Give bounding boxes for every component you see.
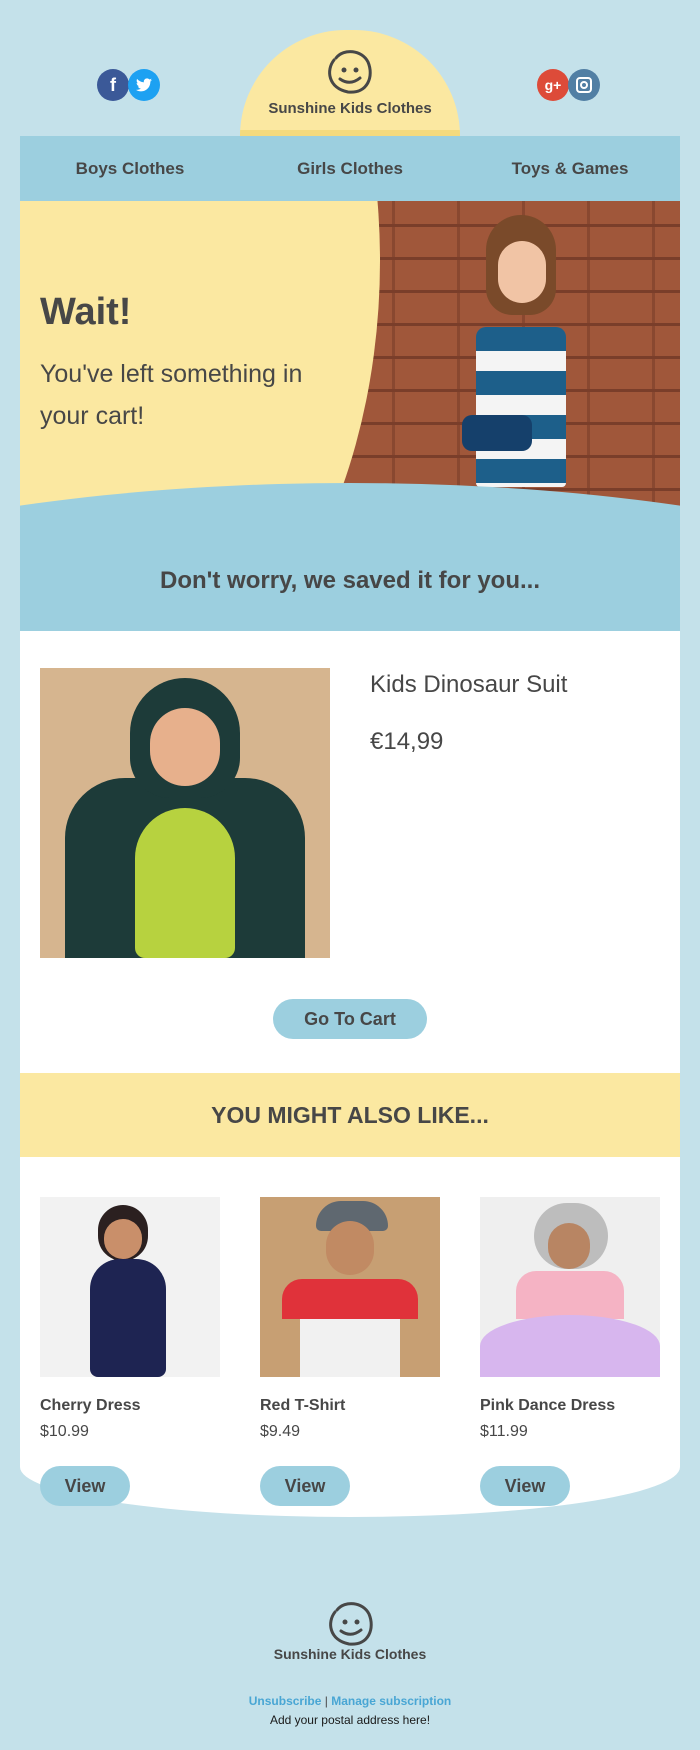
dress-bow (462, 415, 532, 451)
product-image[interactable] (40, 668, 330, 958)
product-image[interactable] (260, 1197, 440, 1377)
product-name[interactable]: Kids Dinosaur Suit (370, 671, 567, 699)
social-links-right: g+ (537, 69, 600, 101)
product-card: Red T-Shirt $9.49 View (260, 1197, 440, 1506)
view-button[interactable]: View (480, 1466, 570, 1506)
girl-face (498, 241, 546, 303)
smiley-face-icon (328, 50, 372, 94)
product-name[interactable]: Cherry Dress (40, 1397, 220, 1415)
hero-wave-shape (20, 483, 680, 631)
twitter-icon[interactable] (128, 69, 160, 101)
nav-item-toys-games[interactable]: Toys & Games (460, 159, 680, 179)
brand-logo[interactable]: Sunshine Kids Clothes (240, 30, 460, 136)
recommendations-heading: YOU MIGHT ALSO LIKE... (20, 1073, 680, 1157)
unsubscribe-link[interactable]: Unsubscribe (249, 1694, 322, 1708)
nav-item-girls-clothes[interactable]: Girls Clothes (240, 159, 460, 179)
footer-brand: Sunshine Kids Clothes (273, 1646, 427, 1662)
hero-banner: Wait! You've left something in your cart… (20, 201, 680, 631)
product-price: $9.49 (260, 1423, 301, 1440)
product-price: $10.99 (40, 1423, 89, 1440)
cart-product: Kids Dinosaur Suit €14,99 Go To Cart (20, 631, 680, 1073)
manage-subscription-link[interactable]: Manage subscription (331, 1694, 451, 1708)
product-card: Pink Dance Dress $11.99 View (480, 1197, 660, 1506)
email-header: f Sunshine Kids Clothes g+ (0, 0, 700, 136)
footer-separator: | (324, 1694, 328, 1708)
product-price: $11.99 (480, 1423, 528, 1440)
child-face (150, 708, 220, 786)
view-button[interactable]: View (260, 1466, 350, 1506)
dino-suit-belly (135, 808, 235, 958)
facebook-icon[interactable]: f (97, 69, 129, 101)
google-plus-icon[interactable]: g+ (537, 69, 569, 101)
saved-message: Don't worry, we saved it for you... (160, 567, 540, 594)
product-name[interactable]: Pink Dance Dress (480, 1397, 660, 1415)
category-nav: Boys Clothes Girls Clothes Toys & Games (20, 136, 680, 201)
nav-item-boys-clothes[interactable]: Boys Clothes (20, 159, 240, 179)
instagram-icon[interactable] (568, 69, 600, 101)
product-image[interactable] (40, 1197, 220, 1377)
social-links-left: f (97, 69, 160, 101)
hero-title: Wait! (40, 291, 132, 333)
product-image[interactable] (480, 1197, 660, 1377)
recommendations: Cherry Dress $10.99 View Red T-Shirt $9.… (20, 1157, 680, 1517)
view-button[interactable]: View (40, 1466, 130, 1506)
product-price: €14,99 (370, 728, 444, 755)
striped-dress (476, 327, 566, 487)
product-card: Cherry Dress $10.99 View (40, 1197, 220, 1506)
hero-subtitle: You've left something in your cart! (40, 360, 303, 430)
product-name[interactable]: Red T-Shirt (260, 1397, 440, 1415)
brand-name: Sunshine Kids Clothes (268, 100, 432, 117)
girl-illustration (420, 215, 610, 515)
footer-links: Unsubscribe | Manage subscription (0, 1694, 700, 1708)
go-to-cart-button[interactable]: Go To Cart (273, 999, 427, 1039)
postal-address: Add your postal address here! (269, 1713, 431, 1727)
